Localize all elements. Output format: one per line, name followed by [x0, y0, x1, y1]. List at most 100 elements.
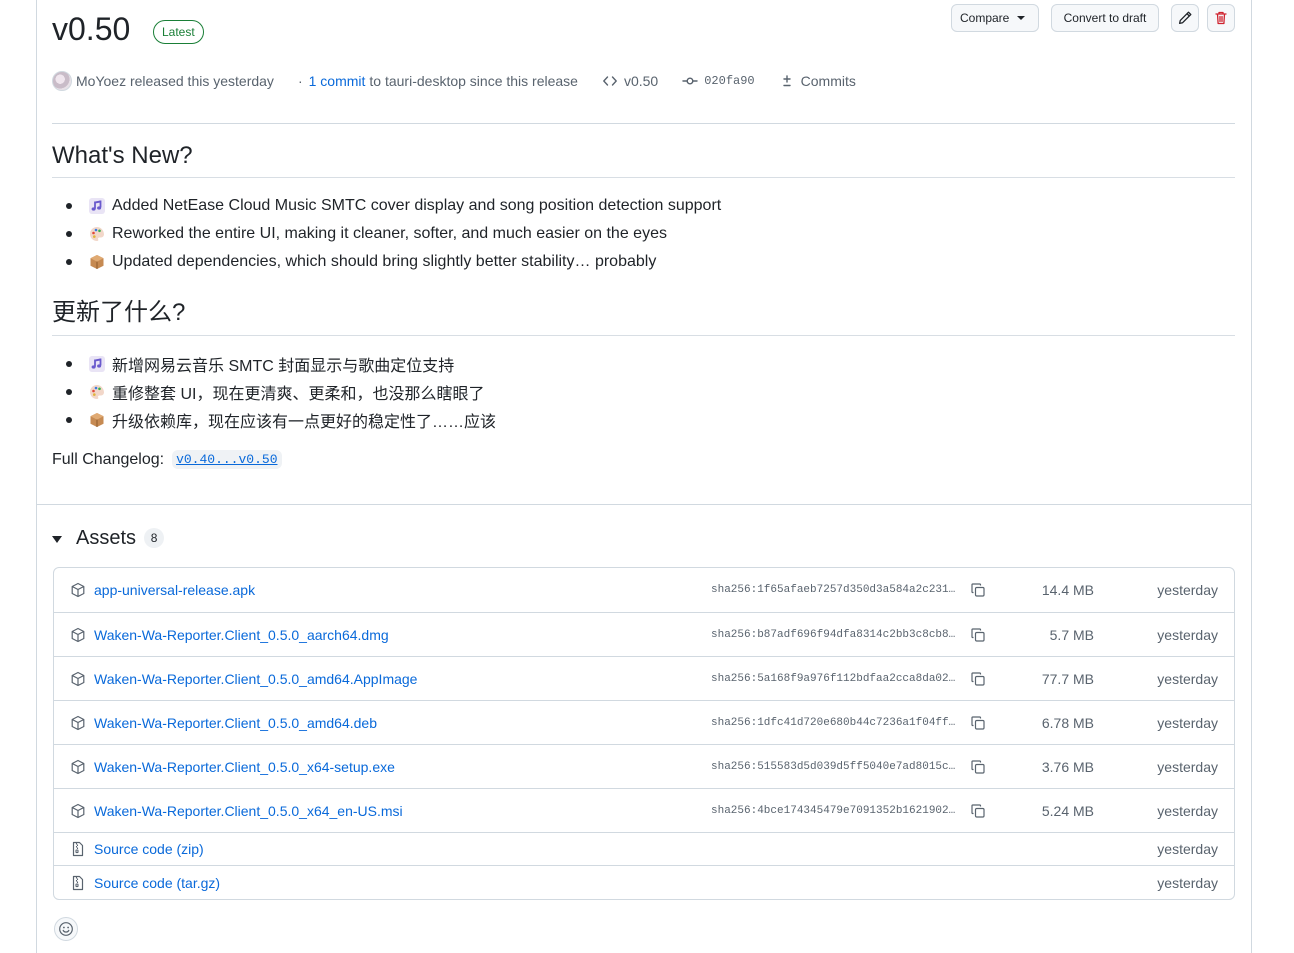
commits-since-link[interactable]: 1 commit [309, 73, 366, 89]
code-icon [603, 76, 617, 86]
asset-row: Waken-Wa-Reporter.Client_0.5.0_amd64.App… [54, 656, 1234, 700]
asset-row: Waken-Wa-Reporter.Client_0.5.0_aarch64.d… [54, 612, 1234, 656]
latest-badge: Latest [153, 20, 204, 44]
tag-label: v0.50 [623, 73, 659, 89]
asset-date: yesterday [1157, 841, 1218, 857]
asset-date: yesterday [1157, 714, 1218, 731]
source-row: Source code (zip) yesterday [54, 832, 1234, 865]
list-item: Reworked the entire UI, making it cleane… [66, 220, 721, 248]
release-author-text: MoYoez released this yesterday [76, 73, 274, 89]
asset-row: app-universal-release.apk sha256:1f65afa… [54, 568, 1234, 612]
list-item: Added NetEase Cloud Music SMTC cover dis… [66, 192, 721, 220]
whats-new-list: Added NetEase Cloud Music SMTC cover dis… [66, 192, 721, 276]
asset-sha256: sha256:4bce174345479e7091352b1621902… [711, 804, 956, 817]
package-icon [71, 671, 85, 686]
list-item-text: Updated dependencies, which should bring… [112, 253, 657, 270]
bullet-dot [66, 417, 72, 423]
copy-icon[interactable] [970, 759, 986, 775]
assets-toggle[interactable]: Assets 8 [52, 524, 165, 552]
list-item-text: 升级依赖库，现在应该有一点更好的稳定性了……应该 [112, 414, 497, 431]
asset-sha256: sha256:1f65afaeb7257d350d3a584a2c231… [711, 584, 956, 596]
copy-icon[interactable] [970, 715, 986, 731]
file-zip-icon [72, 875, 84, 890]
pencil-icon [1178, 11, 1192, 25]
commit-hash-label: 020fa90 [704, 74, 755, 88]
divider [52, 123, 1235, 124]
list-item-text: Added NetEase Cloud Music SMTC cover dis… [112, 197, 722, 214]
changelog-label: Full Changelog: [52, 450, 165, 468]
copy-icon[interactable] [970, 671, 986, 687]
asset-date: yesterday [1157, 626, 1218, 643]
commits-label: Commits [800, 73, 856, 89]
package-icon [71, 627, 85, 642]
changelog-compare-link[interactable]: v0.40...v0.50 [172, 450, 282, 469]
commits-since-suffix: to tauri-desktop since this release [369, 73, 578, 89]
package-icon [88, 253, 106, 271]
tag-link[interactable]: v0.50 [602, 73, 658, 89]
list-item-text: 重修整套 UI，现在更清爽、更柔和，也没那么瞎眼了 [112, 386, 485, 403]
asset-date: yesterday [1157, 670, 1218, 687]
asset-download-link[interactable]: app-universal-release.apk [94, 582, 255, 598]
asset-size: 6.78 MB [1041, 714, 1094, 731]
package-icon [71, 715, 85, 730]
asset-row: Waken-Wa-Reporter.Client_0.5.0_x64-setup… [54, 744, 1234, 788]
heading-underline [52, 177, 1235, 178]
copy-icon[interactable] [970, 627, 986, 643]
source-code-zip-link[interactable]: Source code (zip) [94, 841, 204, 857]
asset-date: yesterday [1157, 758, 1218, 775]
asset-size: 5.24 MB [1041, 802, 1094, 819]
copy-icon[interactable] [970, 803, 986, 819]
list-item: 升级依赖库，现在应该有一点更好的稳定性了……应该 [66, 406, 496, 434]
package-icon [88, 411, 106, 429]
asset-download-link[interactable]: Waken-Wa-Reporter.Client_0.5.0_aarch64.d… [94, 627, 389, 643]
asset-download-link[interactable]: Waken-Wa-Reporter.Client_0.5.0_x64_en-US… [94, 803, 403, 819]
trash-icon [1215, 11, 1227, 25]
commit-hash-link[interactable]: 020fa90 [682, 73, 755, 89]
source-code-tar-link[interactable]: Source code (tar.gz) [94, 875, 220, 891]
caret-down-icon [1017, 16, 1026, 20]
add-reaction-button[interactable] [54, 917, 78, 941]
file-diff-icon [782, 75, 791, 87]
release-title[interactable]: v0.50 [52, 8, 130, 50]
asset-date: yesterday [1157, 582, 1218, 598]
whats-new-zh-list: 新增网易云音乐 SMTC 封面显示与歌曲定位支持 重修整套 UI，现在更清爽、更… [66, 350, 496, 434]
asset-download-link[interactable]: Waken-Wa-Reporter.Client_0.5.0_x64-setup… [94, 759, 395, 775]
git-commit-icon [682, 77, 698, 85]
compare-label: Compare [960, 11, 1010, 25]
full-changelog: Full Changelog: v0.40...v0.50 [52, 450, 282, 469]
edit-release-button[interactable] [1171, 4, 1199, 32]
bullet-dot [66, 389, 72, 395]
package-icon [71, 803, 85, 818]
list-item: Updated dependencies, which should bring… [66, 248, 721, 276]
asset-download-link[interactable]: Waken-Wa-Reporter.Client_0.5.0_amd64.App… [94, 671, 417, 687]
palette-icon [88, 383, 106, 401]
asset-size: 14.4 MB [1041, 582, 1094, 598]
asset-size: 77.7 MB [1041, 670, 1094, 687]
file-zip-icon [72, 841, 84, 857]
assets-title: Assets [76, 526, 137, 549]
bullet-dot [66, 231, 72, 237]
asset-date: yesterday [1157, 802, 1218, 819]
convert-to-draft-button[interactable]: Convert to draft [1051, 4, 1159, 32]
bullet-dot [66, 361, 72, 367]
asset-sha256: sha256:b87adf696f94dfa8314c2bb3c8cb8… [711, 628, 956, 641]
smiley-icon [59, 922, 73, 936]
list-item: 新增网易云音乐 SMTC 封面显示与歌曲定位支持 [66, 350, 496, 378]
asset-size: 5.7 MB [1049, 626, 1094, 643]
meta-separator: · [297, 73, 303, 89]
avatar[interactable] [52, 71, 72, 91]
asset-sha256: sha256:1dfc41d720e680b44c7236a1f04ff… [711, 716, 956, 729]
asset-date: yesterday [1157, 874, 1218, 891]
source-row: Source code (tar.gz) yesterday [54, 865, 1234, 899]
copy-icon[interactable] [970, 582, 986, 598]
list-item-text: 新增网易云音乐 SMTC 封面显示与歌曲定位支持 [112, 358, 455, 375]
compare-button[interactable]: Compare [951, 4, 1039, 32]
asset-row: Waken-Wa-Reporter.Client_0.5.0_amd64.deb… [54, 700, 1234, 744]
music-note-icon [88, 197, 106, 215]
convert-to-draft-label: Convert to draft [1063, 11, 1147, 25]
commits-link[interactable]: Commits [779, 73, 856, 89]
list-item-text: Reworked the entire UI, making it cleane… [112, 225, 667, 242]
asset-download-link[interactable]: Waken-Wa-Reporter.Client_0.5.0_amd64.deb [94, 715, 377, 731]
delete-release-button[interactable] [1207, 4, 1235, 32]
assets-list: app-universal-release.apk sha256:1f65afa… [53, 567, 1235, 900]
